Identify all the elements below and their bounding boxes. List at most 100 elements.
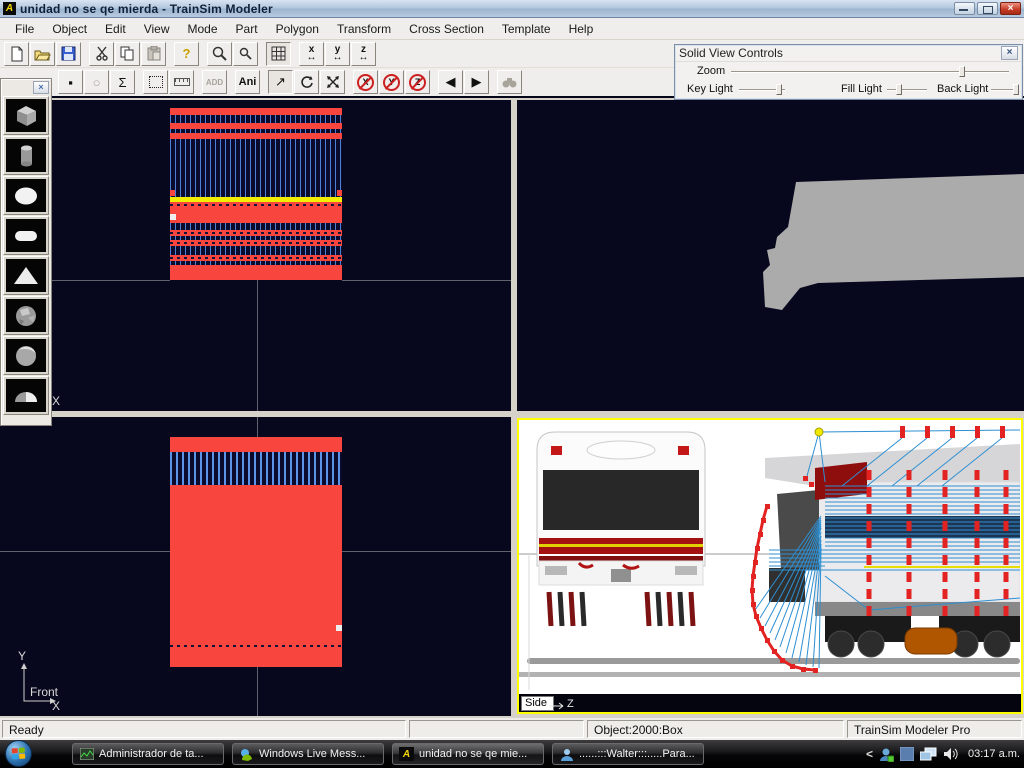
- zoom-slider-groove: [731, 71, 1009, 73]
- vertex-handle[interactable]: [336, 625, 342, 631]
- taskbar-button-walter-chat[interactable]: ......:::Walter:::.....Para...: [552, 743, 704, 765]
- cylinder-tool-button[interactable]: [3, 136, 49, 175]
- smooth-sphere-tool-button[interactable]: [3, 336, 49, 375]
- lock-y-button[interactable]: Y: [379, 70, 404, 94]
- copy-button[interactable]: [115, 42, 140, 66]
- zoom-out-button[interactable]: [233, 42, 258, 66]
- sphere-tool-button[interactable]: [3, 176, 49, 215]
- marquee-select-button[interactable]: [143, 70, 168, 94]
- resize-x-button[interactable]: x ↔: [299, 42, 324, 66]
- key-light-thumb[interactable]: [776, 84, 782, 95]
- network-icon[interactable]: [920, 747, 937, 762]
- viewport-top[interactable]: X: [0, 100, 511, 411]
- tray-app-icon[interactable]: [900, 747, 914, 761]
- menu-help[interactable]: Help: [560, 20, 603, 38]
- zoom-slider-thumb[interactable]: [959, 66, 965, 77]
- toolbar-separator: [228, 70, 235, 94]
- top-view-x-axis-label: X: [52, 394, 60, 408]
- volume-icon[interactable]: [943, 747, 960, 761]
- back-light-thumb[interactable]: [1013, 84, 1019, 95]
- new-file-icon: [10, 46, 24, 62]
- box-tool-button[interactable]: [3, 96, 49, 135]
- add-button[interactable]: ADD: [202, 70, 227, 94]
- geosphere-tool-button[interactable]: [3, 296, 49, 335]
- scale-icon: [326, 75, 340, 89]
- tray-expand-chevron[interactable]: <: [866, 747, 873, 761]
- measure-button[interactable]: [169, 70, 194, 94]
- viewport-solid-3d[interactable]: [517, 100, 1024, 411]
- help-button[interactable]: ?: [174, 42, 199, 66]
- back-light-slider[interactable]: [991, 84, 1019, 95]
- start-button[interactable]: [5, 740, 32, 767]
- taskbar-button-messenger[interactable]: Windows Live Mess...: [232, 743, 384, 765]
- viewport-side-active[interactable]: Side Z: [517, 418, 1023, 714]
- hemisphere-tool-button[interactable]: [3, 376, 49, 415]
- toolbox-close-button[interactable]: ×: [33, 81, 49, 94]
- menu-edit[interactable]: Edit: [96, 20, 135, 38]
- menu-object[interactable]: Object: [43, 20, 96, 38]
- copy-icon: [120, 46, 135, 61]
- restore-button[interactable]: [977, 2, 998, 15]
- model-top-view[interactable]: [170, 108, 342, 280]
- open-button[interactable]: [30, 42, 55, 66]
- resize-z-button[interactable]: z ↔: [351, 42, 376, 66]
- resize-y-button[interactable]: y ↔: [325, 42, 350, 66]
- scale-tool-button[interactable]: [320, 70, 345, 94]
- taskbar-button-task-manager[interactable]: Administrador de ta...: [72, 743, 224, 765]
- fill-light-slider[interactable]: [887, 84, 927, 95]
- x-arrow-icon: ↔: [307, 54, 317, 62]
- taskbar-button-trainsim[interactable]: A unidad no se qe mie...: [392, 743, 544, 765]
- msn-status-icon[interactable]: [879, 747, 894, 762]
- msn-contact-icon: [559, 747, 574, 761]
- save-button[interactable]: [56, 42, 81, 66]
- menu-transform[interactable]: Transform: [328, 20, 400, 38]
- close-button[interactable]: ×: [1000, 2, 1021, 15]
- cone-tool-button[interactable]: [3, 256, 49, 295]
- solid-view-controls-close-button[interactable]: ×: [1001, 46, 1018, 60]
- key-light-slider[interactable]: [739, 84, 785, 95]
- viewport-front[interactable]: Y Front X: [0, 417, 511, 716]
- point-mode-button[interactable]: ▪: [58, 70, 83, 94]
- cylinder-icon: [10, 142, 42, 170]
- windows-logo-icon: [12, 747, 26, 760]
- status-empty-panel: [409, 720, 584, 738]
- shape-toolbox-palette: ×: [0, 78, 52, 426]
- model-front-view[interactable]: [170, 437, 342, 667]
- taskbar-button-label: ......:::Walter:::.....Para...: [579, 748, 695, 760]
- fill-light-thumb[interactable]: [896, 84, 902, 95]
- menu-part[interactable]: Part: [227, 20, 267, 38]
- next-button[interactable]: ▶: [464, 70, 489, 94]
- menu-template[interactable]: Template: [493, 20, 560, 38]
- minimize-button[interactable]: [954, 2, 975, 15]
- key-light-label: Key Light: [687, 83, 733, 95]
- zoom-slider[interactable]: [731, 66, 1009, 77]
- previous-button[interactable]: ◀: [438, 70, 463, 94]
- capsule-tool-button[interactable]: [3, 216, 49, 255]
- menu-file[interactable]: File: [6, 20, 43, 38]
- vertex-handle[interactable]: [170, 214, 176, 220]
- crosshair-horizontal: [342, 280, 511, 281]
- taskbar-button-label: unidad no se qe mie...: [419, 748, 527, 760]
- cut-button[interactable]: [89, 42, 114, 66]
- front-view-y-axis-label: Y: [18, 649, 26, 663]
- binoculars-icon: [502, 76, 517, 89]
- sigma-button[interactable]: Σ: [110, 70, 135, 94]
- crosshair-horizontal: [0, 551, 170, 552]
- rotate-tool-button[interactable]: [294, 70, 319, 94]
- grid-toggle-button[interactable]: [266, 42, 291, 66]
- menu-polygon[interactable]: Polygon: [267, 20, 328, 38]
- animate-button[interactable]: Ani: [235, 70, 260, 94]
- paste-button[interactable]: [141, 42, 166, 66]
- lock-x-button[interactable]: X: [353, 70, 378, 94]
- sphere-icon: [10, 182, 42, 210]
- menu-cross-section[interactable]: Cross Section: [400, 20, 493, 38]
- zoom-in-button[interactable]: [207, 42, 232, 66]
- taskbar: Administrador de ta... Windows Live Mess…: [0, 740, 1024, 768]
- menu-view[interactable]: View: [135, 20, 179, 38]
- circle-mode-button[interactable]: ○: [84, 70, 109, 94]
- new-button[interactable]: [4, 42, 29, 66]
- menu-mode[interactable]: Mode: [179, 20, 227, 38]
- lock-z-button[interactable]: Z: [405, 70, 430, 94]
- move-tool-button[interactable]: ↗: [268, 70, 293, 94]
- find-button[interactable]: [497, 70, 522, 94]
